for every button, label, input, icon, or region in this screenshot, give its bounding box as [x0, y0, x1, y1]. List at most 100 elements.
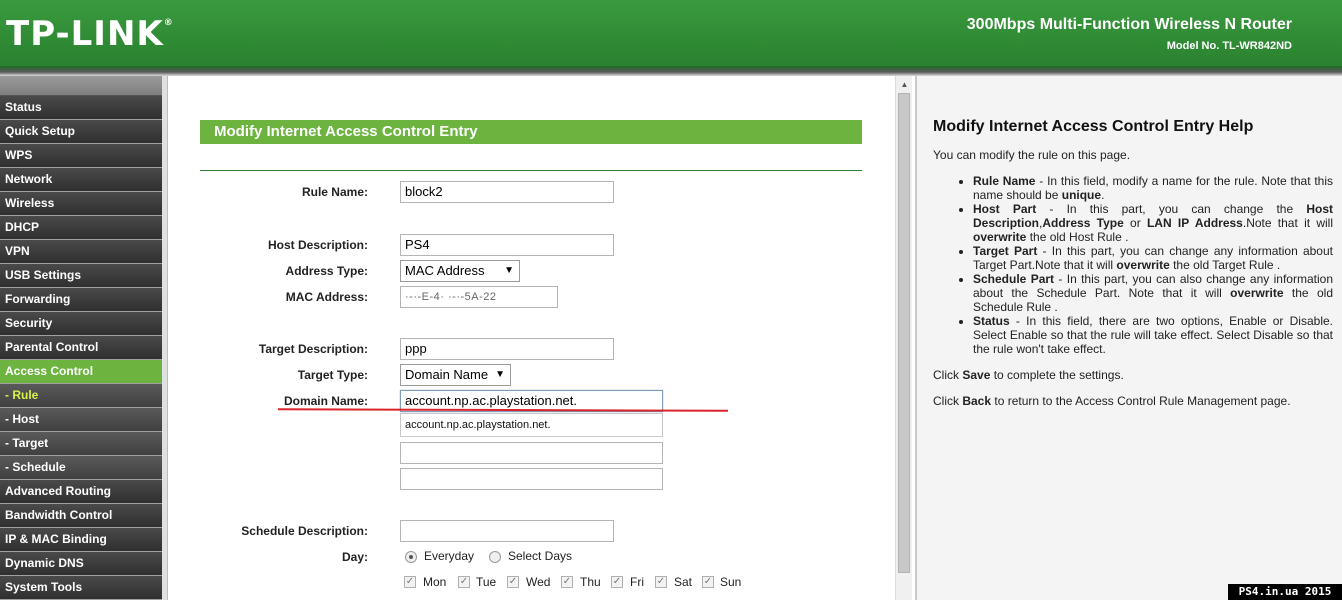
schedule-description-input[interactable]	[400, 520, 614, 542]
sun-label: Sun	[720, 575, 742, 589]
rule-name-label: Rule Name:	[301, 185, 368, 199]
target-type-label: Target Type:	[297, 368, 368, 382]
help-desc: the old Host Rule .	[1026, 230, 1129, 244]
sun-checkbox[interactable]: ✓	[702, 576, 714, 588]
help-desc: .	[1101, 188, 1105, 202]
domain-name-label: Domain Name:	[283, 394, 368, 408]
main-content: Modify Internet Access Control Entry Rul…	[168, 76, 895, 600]
sidebar-item-forwarding[interactable]: Forwarding	[0, 288, 162, 312]
address-type-select[interactable]: MAC Address ▼	[400, 260, 520, 282]
thu-label: Thu	[580, 575, 601, 589]
help-desc: to complete the settings.	[990, 368, 1124, 382]
sidebar-subitem-target[interactable]: - Target	[0, 432, 162, 456]
autocomplete-suggestion[interactable]: account.np.ac.playstation.net.	[400, 413, 663, 437]
mon-checkbox[interactable]: ✓	[404, 576, 416, 588]
select-days-label: Select Days	[508, 549, 573, 563]
sidebar-subitem-rule[interactable]: - Rule	[0, 384, 162, 408]
everyday-label: Everyday	[424, 549, 475, 563]
watermark: PS4.in.ua 2015	[1228, 584, 1342, 600]
host-description-input[interactable]: PS4	[400, 234, 614, 256]
title-divider	[200, 170, 862, 171]
help-save-note: Click Save to complete the settings.	[933, 368, 1124, 382]
sidebar-item-status[interactable]: Status	[0, 96, 162, 120]
address-type-label: Address Type:	[285, 264, 368, 278]
help-emphasis: LAN IP Address	[1146, 216, 1243, 230]
fri-label: Fri	[630, 575, 644, 589]
target-type-select[interactable]: Domain Name ▼	[400, 364, 511, 386]
thu-checkbox[interactable]: ✓	[561, 576, 573, 588]
help-item-status: Status - In this field, there are two op…	[973, 314, 1333, 356]
scroll-thumb[interactable]	[898, 93, 910, 573]
wed-checkbox[interactable]: ✓	[507, 576, 519, 588]
tp-link-logo: TP-LINK®	[6, 14, 174, 54]
main-scrollbar[interactable]: ▲	[895, 76, 912, 600]
sidebar-item-parental-control[interactable]: Parental Control	[0, 336, 162, 360]
page-title: Modify Internet Access Control Entry	[200, 120, 862, 144]
help-term: Rule Name	[973, 174, 1036, 188]
chevron-down-icon: ▼	[495, 369, 505, 380]
help-list: Rule Name - In this field, modify a name…	[973, 174, 1333, 356]
wed-label: Wed	[526, 575, 551, 589]
sidebar-item-network[interactable]: Network	[0, 168, 162, 192]
help-desc: - In this field, there are two options, …	[973, 314, 1333, 356]
help-desc: - In this part, you can change the	[1036, 202, 1307, 216]
help-back-note: Click Back to return to the Access Contr…	[933, 394, 1291, 408]
help-desc: to return to the Access Control Rule Man…	[991, 394, 1291, 408]
address-type-selected: MAC Address	[405, 263, 485, 278]
help-desc: or	[1123, 216, 1147, 230]
day-label: Day:	[341, 550, 368, 564]
schedule-description-label: Schedule Description:	[241, 524, 368, 538]
rule-name-input[interactable]: block2	[400, 181, 614, 203]
target-type-selected: Domain Name	[405, 367, 489, 382]
help-emphasis: Save	[962, 368, 991, 382]
sidebar-item-wps[interactable]: WPS	[0, 144, 162, 168]
tue-checkbox[interactable]: ✓	[458, 576, 470, 588]
sidebar-menu: Status Quick Setup WPS Network Wireless …	[0, 76, 162, 600]
sidebar-item-vpn[interactable]: VPN	[0, 240, 162, 264]
host-description-label: Host Description:	[267, 238, 368, 252]
sidebar-item-usb-settings[interactable]: USB Settings	[0, 264, 162, 288]
sidebar-item-quick-setup[interactable]: Quick Setup	[0, 120, 162, 144]
select-days-radio[interactable]	[489, 551, 501, 563]
sidebar-item-security[interactable]: Security	[0, 312, 162, 336]
mac-address-input[interactable]: ·-·-E-4· ·-·-5A-22	[400, 286, 558, 308]
domain-name-input-3[interactable]	[400, 442, 663, 464]
help-emphasis: overwrite	[973, 230, 1027, 244]
help-desc: .Note that it will	[1242, 216, 1334, 230]
scroll-up-arrow-icon[interactable]: ▲	[896, 76, 913, 93]
help-desc: the old Target Rule .	[1169, 258, 1281, 272]
router-header: TP-LINK® 300Mbps Multi-Function Wireless…	[0, 0, 1342, 72]
sidebar-item-system-tools[interactable]: System Tools	[0, 576, 162, 600]
sidebar-item-bandwidth-control[interactable]: Bandwidth Control	[0, 504, 162, 528]
target-description-label: Target Description:	[258, 342, 368, 356]
help-item-rule-name: Rule Name - In this field, modify a name…	[973, 174, 1333, 202]
help-emphasis: Back	[962, 394, 992, 408]
help-term: Host Part	[973, 202, 1037, 216]
help-term: Target Part	[973, 244, 1038, 258]
product-name: 300Mbps Multi-Function Wireless N Router	[966, 16, 1292, 33]
sidebar-top-bar	[0, 76, 162, 96]
help-emphasis: overwrite	[1116, 258, 1170, 272]
sidebar-item-wireless[interactable]: Wireless	[0, 192, 162, 216]
help-emphasis: unique	[1061, 188, 1102, 202]
sidebar-subitem-host[interactable]: - Host	[0, 408, 162, 432]
domain-name-input-4[interactable]	[400, 468, 663, 490]
sidebar-item-dhcp[interactable]: DHCP	[0, 216, 162, 240]
target-description-input[interactable]: ppp	[400, 338, 614, 360]
sidebar-item-ip-mac-binding[interactable]: IP & MAC Binding	[0, 528, 162, 552]
sidebar-item-advanced-routing[interactable]: Advanced Routing	[0, 480, 162, 504]
help-item-target-part: Target Part - In this part, you can chan…	[973, 244, 1333, 272]
model-number: Model No. TL-WR842ND	[1166, 40, 1292, 52]
sidebar-subitem-schedule[interactable]: - Schedule	[0, 456, 162, 480]
tue-label: Tue	[476, 575, 497, 589]
chevron-down-icon: ▼	[504, 265, 514, 276]
help-term: Status	[973, 314, 1010, 328]
sat-label: Sat	[674, 575, 693, 589]
everyday-radio[interactable]	[405, 551, 417, 563]
sidebar-item-access-control[interactable]: Access Control	[0, 360, 162, 384]
sat-checkbox[interactable]: ✓	[655, 576, 667, 588]
sidebar-item-dynamic-dns[interactable]: Dynamic DNS	[0, 552, 162, 576]
fri-checkbox[interactable]: ✓	[611, 576, 623, 588]
help-intro: You can modify the rule on this page.	[933, 148, 1131, 162]
help-desc: Click	[933, 394, 963, 408]
